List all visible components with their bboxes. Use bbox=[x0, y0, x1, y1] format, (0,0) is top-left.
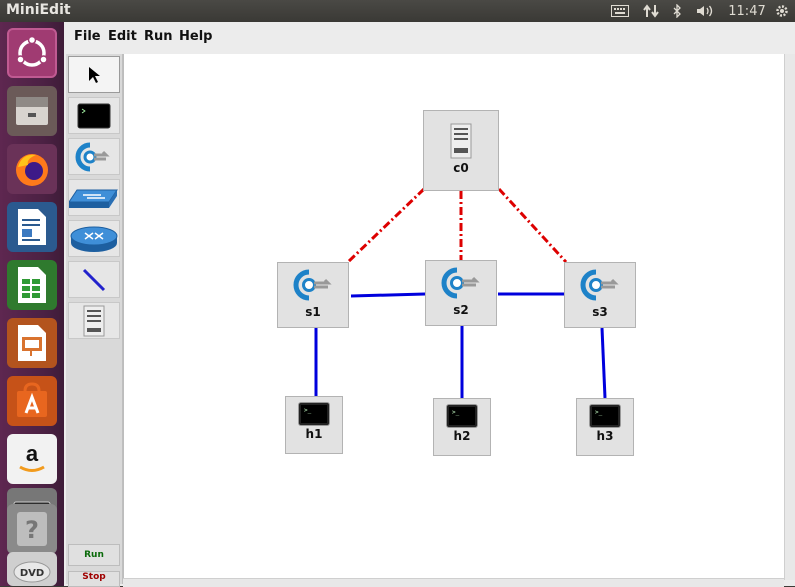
controller-icon bbox=[450, 123, 472, 159]
system-top-bar: MiniEdit 11:47 bbox=[0, 0, 795, 22]
host-terminal-icon: >_ bbox=[590, 405, 620, 427]
menu-run[interactable]: Run bbox=[144, 29, 173, 44]
link-s1-s2[interactable] bbox=[350, 292, 426, 298]
network-transfer-icon[interactable] bbox=[640, 0, 662, 22]
node-label: h2 bbox=[453, 429, 471, 443]
host-icon bbox=[77, 103, 111, 128]
svg-text:?: ? bbox=[25, 516, 39, 544]
host-node[interactable]: >_ h2 bbox=[433, 398, 491, 456]
firefox-icon[interactable] bbox=[7, 144, 57, 194]
bluetooth-icon[interactable] bbox=[668, 0, 686, 22]
stop-button[interactable]: Stop bbox=[68, 571, 120, 587]
switch-tool[interactable] bbox=[68, 138, 120, 175]
clock[interactable]: 11:47 bbox=[726, 0, 768, 22]
node-label: h1 bbox=[305, 427, 323, 441]
host-node[interactable]: >_ h3 bbox=[576, 398, 634, 456]
files-icon[interactable] bbox=[7, 86, 57, 136]
gear-icon[interactable] bbox=[772, 0, 792, 22]
svg-text:DVD: DVD bbox=[20, 568, 44, 579]
switch-node[interactable]: s2 bbox=[425, 260, 497, 326]
link-s3-h3[interactable] bbox=[600, 327, 607, 399]
switch-icon bbox=[75, 142, 110, 171]
vertical-scrollbar[interactable] bbox=[784, 54, 795, 580]
switch-icon bbox=[580, 269, 619, 301]
amazon-icon[interactable]: a bbox=[7, 434, 57, 484]
router-icon bbox=[70, 226, 118, 252]
switch-icon bbox=[293, 269, 332, 301]
controller-tool[interactable] bbox=[68, 302, 120, 339]
node-label: h3 bbox=[596, 429, 614, 443]
menu-help[interactable]: Help bbox=[179, 29, 212, 44]
node-label: c0 bbox=[453, 161, 469, 175]
miniedit-window: File Edit Run Help Run Stop c0 s1 s2 s3 … bbox=[64, 22, 795, 587]
controller-node[interactable]: c0 bbox=[423, 110, 499, 191]
menu-file[interactable]: File bbox=[74, 29, 101, 44]
link-line-icon bbox=[82, 268, 106, 291]
run-button[interactable]: Run bbox=[68, 544, 120, 566]
host-terminal-icon: >_ bbox=[447, 405, 477, 427]
host-terminal-icon: >_ bbox=[299, 403, 329, 425]
help-icon[interactable]: ? bbox=[7, 504, 57, 554]
controller-icon bbox=[83, 305, 105, 336]
writer-icon[interactable] bbox=[7, 202, 57, 252]
select-tool[interactable] bbox=[68, 56, 120, 93]
menu-edit[interactable]: Edit bbox=[108, 29, 137, 44]
topology-canvas[interactable]: c0 s1 s2 s3 >_ h1 >_ h2 >_ h3 bbox=[123, 54, 784, 580]
dvd-icon[interactable]: DVD bbox=[7, 552, 57, 586]
keyboard-icon[interactable] bbox=[608, 0, 632, 22]
software-center-icon[interactable] bbox=[7, 376, 57, 426]
menu-bar: File Edit Run Help bbox=[64, 22, 795, 52]
tool-palette: Run Stop bbox=[66, 54, 123, 587]
cursor-arrow-icon bbox=[89, 66, 100, 83]
svg-text:a: a bbox=[26, 441, 39, 466]
control-link-c0-s1[interactable] bbox=[346, 187, 426, 264]
control-link-c0-s3[interactable] bbox=[497, 187, 568, 264]
window-title: MiniEdit bbox=[6, 2, 71, 18]
switch-node[interactable]: s3 bbox=[564, 262, 636, 328]
ubuntu-logo-icon[interactable] bbox=[7, 28, 57, 78]
impress-icon[interactable] bbox=[7, 318, 57, 368]
legacy-router-tool[interactable] bbox=[68, 220, 120, 257]
legacy-switch-icon bbox=[69, 189, 118, 208]
control-links bbox=[346, 187, 568, 264]
launcher: a ? DVD bbox=[0, 22, 64, 586]
switch-icon bbox=[441, 267, 480, 299]
legacy-switch-tool[interactable] bbox=[68, 179, 120, 216]
switch-node[interactable]: s1 bbox=[277, 262, 349, 328]
host-tool[interactable] bbox=[68, 97, 120, 134]
host-node[interactable]: >_ h1 bbox=[285, 396, 343, 454]
calc-icon[interactable] bbox=[7, 260, 57, 310]
volume-icon[interactable] bbox=[694, 0, 718, 22]
netlink-tool[interactable] bbox=[68, 261, 120, 298]
node-label: s3 bbox=[592, 305, 608, 319]
node-label: s2 bbox=[453, 303, 469, 317]
node-label: s1 bbox=[305, 305, 321, 319]
